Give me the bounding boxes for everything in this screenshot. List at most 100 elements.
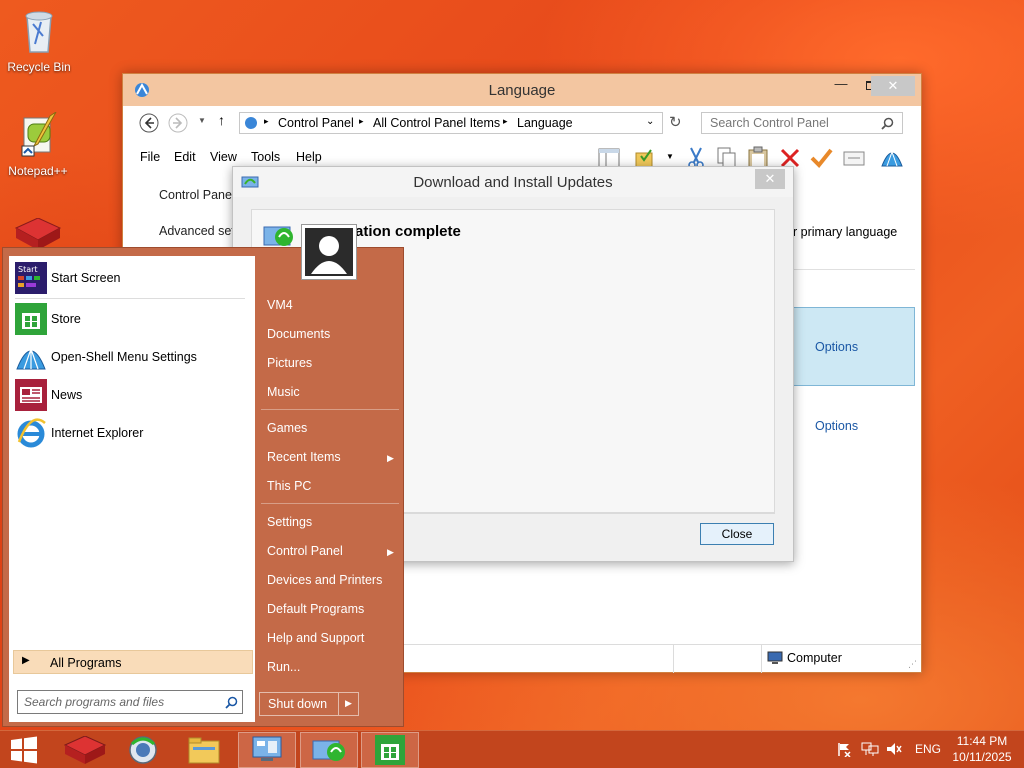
start-menu-link-music[interactable]: Music — [267, 385, 300, 399]
navigation-bar: ▼ ↑ ▸ Control Panel ▸ All Control Panel … — [123, 106, 921, 142]
start-screen-icon: Start — [15, 262, 47, 294]
store-icon — [15, 303, 47, 335]
red-box-icon — [63, 736, 107, 764]
clock-time: 11:44 PM — [956, 734, 1008, 748]
clock[interactable]: 11:44 PM 10/11/2025 — [950, 734, 1014, 764]
search-icon — [881, 117, 894, 133]
start-menu-item-internet-explorer[interactable]: Internet Explorer — [13, 415, 249, 451]
menu-edit[interactable]: Edit — [174, 150, 196, 164]
start-menu-link-control-panel[interactable]: Control Panel — [267, 544, 343, 558]
start-menu-link-help-support[interactable]: Help and Support — [267, 631, 364, 645]
toolbar-dropdown-chevron-icon[interactable]: ▼ — [666, 152, 674, 161]
menu-file[interactable]: File — [140, 150, 160, 164]
start-menu-link-settings[interactable]: Settings — [267, 515, 312, 529]
folder-icon — [188, 737, 220, 764]
up-arrow-icon[interactable]: ↑ — [218, 112, 225, 128]
primary-language-text: r primary language — [793, 225, 898, 239]
taskbar-app-browser[interactable] — [114, 732, 172, 768]
browser-globe-icon — [129, 736, 157, 764]
network-icon[interactable] — [861, 741, 879, 760]
start-menu-link-run[interactable]: Run... — [267, 660, 300, 674]
taskbar-app-red-box[interactable] — [55, 732, 113, 768]
start-menu-link-default-programs[interactable]: Default Programs — [267, 602, 364, 616]
start-menu-link-documents[interactable]: Documents — [267, 327, 330, 341]
address-control-panel-icon — [243, 115, 259, 134]
start-menu-item-open-shell-settings[interactable]: Open-Shell Menu Settings — [13, 339, 249, 375]
desktop-icon-label: Notepad++ — [8, 164, 68, 178]
all-programs-button[interactable]: ▶ All Programs — [13, 650, 253, 674]
start-menu-item-start-screen[interactable]: Start Start Screen — [13, 260, 249, 296]
recent-pages-chevron-icon[interactable]: ▼ — [198, 116, 206, 125]
shut-down-label: Shut down — [268, 697, 328, 711]
dialog-titlebar[interactable]: Download and Install Updates ✕ — [233, 167, 793, 197]
start-menu-search-input[interactable]: Search programs and files — [17, 690, 243, 714]
taskbar-app-store[interactable] — [361, 732, 419, 768]
checkmark-icon[interactable] — [809, 146, 833, 170]
open-shell-icon — [15, 341, 47, 373]
breadcrumb-language[interactable]: Language — [517, 116, 573, 130]
start-menu-item-label: Open-Shell Menu Settings — [51, 350, 197, 364]
start-menu-link-devices-printers[interactable]: Devices and Printers — [267, 573, 382, 587]
breadcrumb-control-panel[interactable]: Control Panel — [278, 116, 354, 130]
start-menu-link-recent-items[interactable]: Recent Items — [267, 450, 341, 464]
breadcrumb-all-items[interactable]: All Control Panel Items — [373, 116, 500, 130]
shut-down-button[interactable]: Shut down ▶ — [259, 692, 359, 716]
start-menu-link-this-pc[interactable]: This PC — [267, 479, 311, 493]
computer-icon — [767, 650, 783, 669]
start-menu-item-store[interactable]: Store — [13, 301, 249, 337]
options-link-2[interactable]: Options — [815, 419, 858, 433]
svg-text:Start: Start — [18, 265, 38, 274]
start-menu-link-games[interactable]: Games — [267, 421, 307, 435]
search-icon[interactable] — [225, 696, 238, 712]
desktop-icon-recycle-bin[interactable]: Recycle Bin — [1, 6, 77, 74]
menu-help[interactable]: Help — [296, 150, 322, 164]
input-language[interactable]: ENG — [915, 742, 941, 756]
shut-down-options-arrow-icon[interactable]: ▶ — [345, 698, 352, 709]
menu-view[interactable]: View — [210, 150, 237, 164]
triangle-right-icon: ▶ — [22, 655, 30, 666]
volume-muted-icon[interactable] — [886, 741, 902, 760]
window-titlebar[interactable]: Language — ✕ — [123, 74, 921, 106]
news-icon — [15, 379, 47, 411]
start-button[interactable] — [0, 732, 48, 768]
all-programs-label: All Programs — [50, 656, 122, 670]
taskbar-app-updates[interactable] — [300, 732, 358, 768]
desktop-icon-notepad-plus-plus[interactable]: Notepad++ — [0, 111, 76, 178]
properties-icon[interactable] — [842, 146, 866, 170]
address-dropdown-chevron-icon[interactable]: ⌄ — [646, 116, 654, 127]
taskbar: ENG 11:44 PM 10/11/2025 — [0, 730, 1024, 768]
window-title: Language — [488, 82, 556, 99]
back-arrow-icon[interactable] — [139, 113, 159, 136]
start-menu: Start Start Screen Store Open-Shell Menu… — [2, 224, 404, 727]
dialog-close-button[interactable]: Close — [700, 523, 774, 545]
forward-arrow-icon[interactable] — [168, 113, 188, 136]
windows-logo-icon — [11, 736, 37, 764]
start-menu-link-vm4[interactable]: VM4 — [267, 298, 293, 312]
user-icon — [305, 228, 353, 276]
taskbar-app-control-panel[interactable] — [238, 732, 296, 768]
taskbar-app-file-explorer[interactable] — [176, 732, 234, 768]
red-box-icon — [14, 217, 62, 250]
updates-icon — [312, 740, 345, 761]
control-panel-search-input[interactable]: Search Control Panel — [701, 112, 903, 134]
action-center-flag-icon[interactable] — [836, 741, 852, 760]
open-shell-icon[interactable] — [880, 146, 904, 170]
status-computer-text: Computer — [787, 651, 842, 665]
minimize-button[interactable]: — — [826, 76, 856, 98]
options-link-1[interactable]: Options — [815, 340, 858, 354]
left-pane-advanced-settings[interactable]: Advanced set — [159, 224, 235, 238]
left-pane-control-panel-home[interactable]: Control Panel — [159, 188, 235, 202]
dialog-close-x-button[interactable]: ✕ — [755, 169, 785, 189]
control-panel-icon — [252, 736, 282, 761]
dialog-title: Download and Install Updates — [413, 174, 613, 191]
user-avatar[interactable] — [301, 224, 357, 280]
clock-date: 10/11/2025 — [952, 750, 1012, 764]
start-menu-link-pictures[interactable]: Pictures — [267, 356, 312, 370]
control-panel-submenu-arrow-icon: ▶ — [387, 547, 394, 557]
start-menu-item-news[interactable]: News — [13, 377, 249, 413]
resize-grip-icon[interactable]: ⋰ — [908, 659, 917, 670]
refresh-icon[interactable]: ↻ — [669, 113, 682, 131]
window-close-button[interactable]: ✕ — [871, 76, 915, 96]
address-bar[interactable]: ▸ Control Panel ▸ All Control Panel Item… — [239, 112, 663, 134]
menu-tools[interactable]: Tools — [251, 150, 280, 164]
